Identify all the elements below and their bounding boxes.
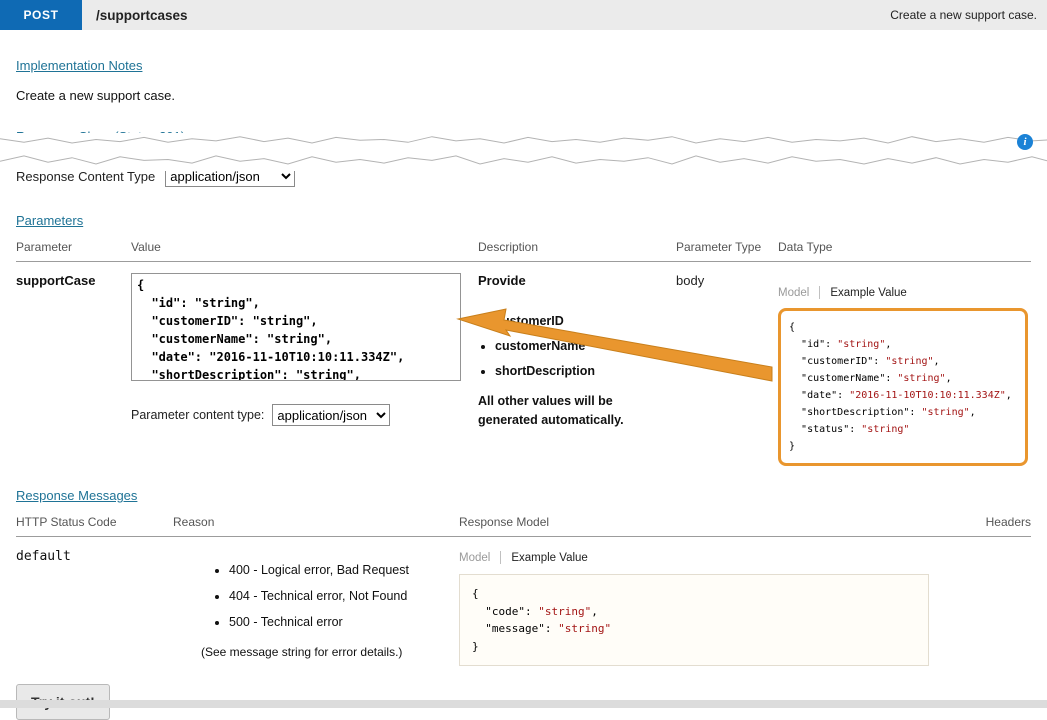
http-method-badge[interactable]: POST: [0, 0, 82, 30]
data-type-tabs: Model Example Value: [778, 273, 1031, 299]
endpoint-header[interactable]: POST /supportcases Create a new support …: [0, 0, 1047, 30]
parameters-heading: Parameters: [16, 213, 83, 228]
endpoint-summary: Create a new support case.: [890, 8, 1037, 22]
col-parameter-type: Parameter Type: [676, 228, 778, 261]
col-headers: Headers: [953, 503, 1031, 536]
tab-model[interactable]: Model: [459, 552, 490, 564]
torn-edge: i: [0, 133, 1047, 171]
implementation-notes-text: Create a new support case.: [16, 88, 1031, 103]
reason-bullet: 500 - Technical error: [229, 615, 459, 629]
col-parameter: Parameter: [16, 228, 131, 261]
tab-separator: [819, 286, 820, 299]
example-value-box-highlighted: { "id": "string", "customerID": "string"…: [778, 308, 1028, 466]
bottom-strip: [0, 700, 1047, 708]
data-type-cell: Model Example Value { "id": "string", "c…: [778, 262, 1031, 466]
description-bullet: shortDescription: [495, 364, 676, 378]
parameter-content-type-select[interactable]: application/json: [272, 404, 390, 426]
parameter-row-supportcase: supportCase { "id": "string", "customerI…: [16, 262, 1031, 466]
reason-note: (See message string for error details.): [201, 645, 459, 659]
response-model-json: { "code": "string", "message": "string" …: [472, 585, 916, 655]
tab-model[interactable]: Model: [778, 287, 809, 299]
parameter-value-cell: { "id": "string", "customerID": "string"…: [131, 262, 478, 466]
parameters-table-header: Parameter Value Description Parameter Ty…: [16, 228, 1031, 262]
status-code-value: default: [16, 537, 173, 666]
parameter-name: supportCase: [16, 262, 131, 466]
tab-example-value[interactable]: Example Value: [511, 552, 588, 564]
reason-bullet-list: 400 - Logical error, Bad Request 404 - T…: [229, 563, 459, 629]
col-reason: Reason: [173, 503, 459, 536]
response-messages-table-header: HTTP Status Code Reason Response Model H…: [16, 503, 1031, 537]
parameter-content-type-row: Parameter content type: application/json: [131, 404, 478, 426]
implementation-notes-heading: Implementation Notes: [16, 58, 142, 73]
tab-separator: [500, 551, 501, 564]
response-messages-heading: Response Messages: [16, 488, 137, 503]
description-bullet: customerID: [495, 314, 676, 328]
description-intro: Provide: [478, 273, 676, 288]
example-value-json: { "id": "string", "customerID": "string"…: [789, 319, 1017, 455]
info-icon[interactable]: i: [1017, 134, 1033, 150]
headers-cell: [953, 537, 1031, 666]
description-note: All other values will be generated autom…: [478, 392, 653, 430]
col-value: Value: [131, 228, 478, 261]
response-model-cell: Model Example Value { "code": "string", …: [459, 537, 953, 666]
col-http-status-code: HTTP Status Code: [16, 503, 173, 536]
parameter-description-cell: Provide customerID customerName shortDes…: [478, 262, 676, 466]
endpoint-path[interactable]: /supportcases: [96, 8, 188, 23]
col-response-model: Response Model: [459, 503, 953, 536]
parameter-content-type-label: Parameter content type:: [131, 408, 264, 422]
description-bullet: customerName: [495, 339, 676, 353]
tab-example-value[interactable]: Example Value: [830, 287, 907, 299]
body-parameter-textarea[interactable]: { "id": "string", "customerID": "string"…: [131, 273, 461, 381]
response-model-tabs: Model Example Value: [459, 549, 953, 564]
reason-cell: 400 - Logical error, Bad Request 404 - T…: [173, 537, 459, 666]
parameter-type-value: body: [676, 262, 778, 466]
torn-edge-lines: [0, 133, 1047, 171]
response-model-example-box: { "code": "string", "message": "string" …: [459, 574, 929, 666]
description-bullet-list: customerID customerName shortDescription: [495, 314, 676, 378]
reason-bullet: 404 - Technical error, Not Found: [229, 589, 459, 603]
response-message-row-default: default 400 - Logical error, Bad Request…: [16, 537, 1031, 666]
reason-bullet: 400 - Logical error, Bad Request: [229, 563, 459, 577]
col-data-type: Data Type: [778, 228, 1031, 261]
col-description: Description: [478, 228, 676, 261]
